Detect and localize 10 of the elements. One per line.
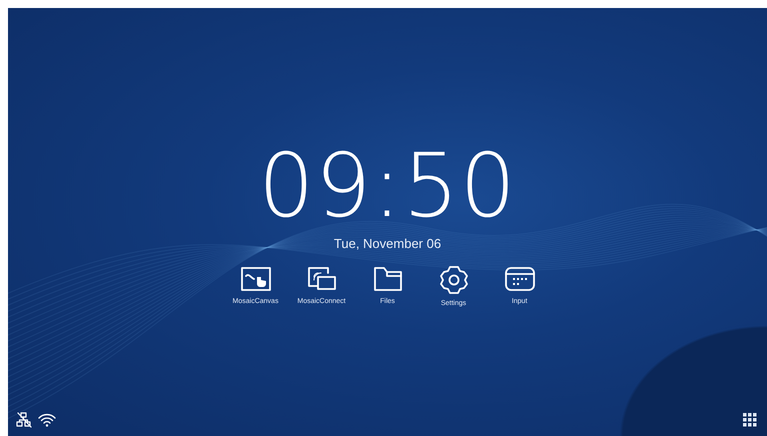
settings-icon xyxy=(438,265,470,295)
app-grid-icon[interactable] xyxy=(743,413,757,427)
network-disconnected-icon[interactable] xyxy=(16,412,32,428)
screen-share-icon xyxy=(306,265,338,293)
folder-icon xyxy=(372,265,404,293)
wifi-icon[interactable] xyxy=(38,412,56,428)
clock-time: 09:50 xyxy=(258,142,517,230)
clock-date: Tue, November 06 xyxy=(334,236,442,251)
keyboard-icon xyxy=(504,265,536,293)
drawing-board-icon xyxy=(240,265,272,293)
